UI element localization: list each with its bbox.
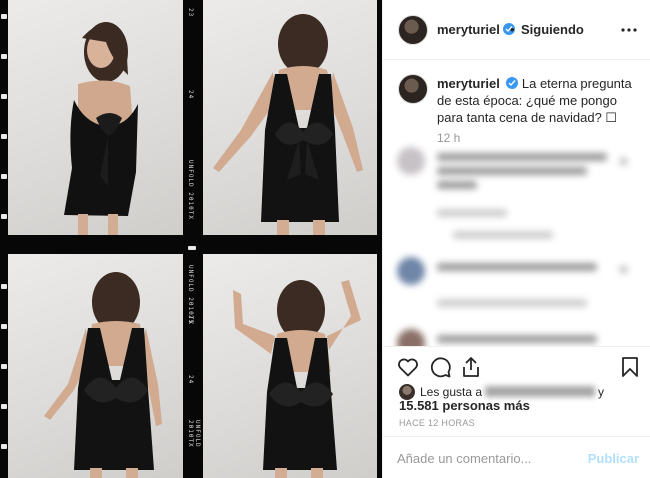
film-sprocket bbox=[1, 174, 7, 179]
film-edge-marking: 23 bbox=[187, 8, 194, 18]
film-sprocket bbox=[1, 364, 7, 369]
likes-prefix: Les gusta a bbox=[420, 385, 483, 399]
publish-button[interactable]: Publicar bbox=[588, 451, 639, 466]
following-button[interactable]: Siguiendo bbox=[521, 22, 584, 37]
comments-list[interactable]: meryturiel La eterna pregunta de esta épo… bbox=[383, 61, 650, 346]
likes-count[interactable]: 15.581 personas más bbox=[399, 398, 530, 413]
caption-avatar[interactable] bbox=[398, 74, 428, 104]
film-sprocket bbox=[188, 246, 196, 250]
post-header: meryturiel • Siguiendo bbox=[383, 0, 650, 60]
post-image[interactable]: 23 24 UNFOLD 2010TX UNFOLD 2010TX 25 24 … bbox=[0, 0, 382, 478]
comment-input[interactable] bbox=[397, 448, 577, 468]
post-side-panel: meryturiel • Siguiendo meryturiel La eter… bbox=[382, 0, 650, 478]
author-username[interactable]: meryturiel bbox=[437, 22, 500, 37]
film-sprocket bbox=[1, 324, 7, 329]
photo-frame-4 bbox=[203, 254, 377, 478]
comment-bubble-icon[interactable] bbox=[428, 355, 452, 379]
verified-badge-icon bbox=[505, 77, 518, 89]
post-timestamp: HACE 12 HORAS bbox=[399, 418, 475, 428]
photo-frame-2 bbox=[203, 0, 377, 235]
post-caption: meryturiel La eterna pregunta de esta épo… bbox=[437, 75, 637, 126]
avatar[interactable] bbox=[398, 15, 428, 45]
film-edge-marking: UNFOLD 2010TX bbox=[187, 160, 194, 220]
heart-icon[interactable] bbox=[396, 355, 420, 379]
film-sprocket bbox=[1, 404, 7, 409]
photo-frame-1 bbox=[8, 0, 183, 235]
likes-suffix: y bbox=[598, 385, 605, 399]
film-edge-marking: 25 bbox=[187, 315, 194, 325]
film-edge-marking: 24 bbox=[187, 90, 194, 100]
add-comment-bar: Publicar bbox=[383, 436, 650, 478]
photo-frame-3 bbox=[8, 254, 183, 478]
film-sprocket bbox=[1, 444, 7, 449]
film-sprocket bbox=[1, 94, 7, 99]
film-sprocket bbox=[1, 284, 7, 289]
caption-username[interactable]: meryturiel bbox=[437, 76, 500, 91]
film-sprocket bbox=[1, 134, 7, 139]
bookmark-icon[interactable] bbox=[618, 355, 642, 379]
blurred-comment bbox=[383, 143, 650, 243]
header-separator: • bbox=[510, 22, 515, 37]
more-options-icon[interactable] bbox=[621, 22, 637, 38]
blurred-comment bbox=[383, 249, 650, 319]
action-bar bbox=[383, 346, 650, 386]
blurred-comment bbox=[383, 323, 650, 346]
blurred-liker-name bbox=[485, 386, 596, 397]
film-sprocket bbox=[1, 214, 7, 219]
film-edge-marking: UNFOLD 2010TX bbox=[187, 420, 201, 448]
film-sprocket bbox=[1, 54, 7, 59]
film-edge-marking: 24 bbox=[187, 375, 194, 385]
share-icon[interactable] bbox=[459, 355, 483, 379]
film-sprocket bbox=[1, 14, 7, 19]
